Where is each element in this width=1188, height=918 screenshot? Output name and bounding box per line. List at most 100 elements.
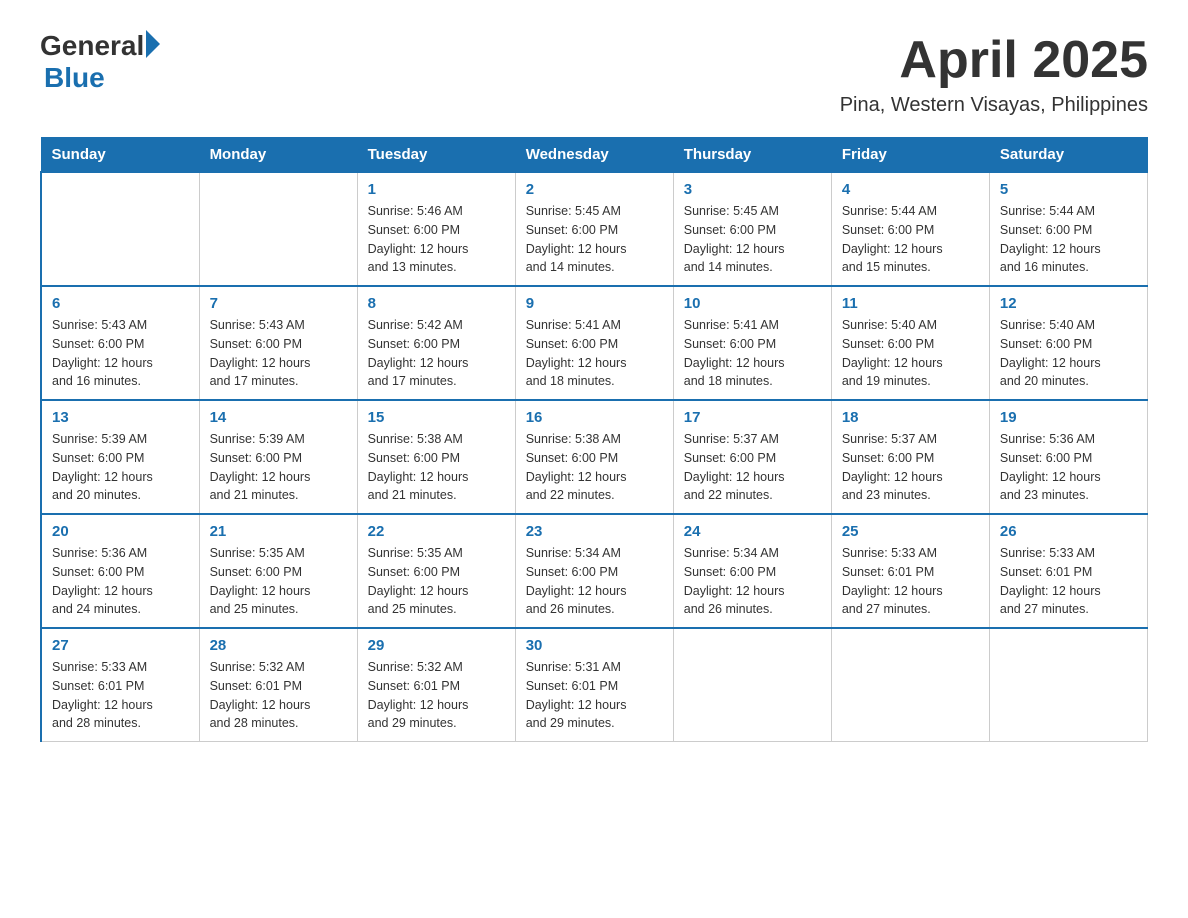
day-number: 12	[1000, 295, 1137, 312]
day-number: 5	[1000, 181, 1137, 198]
day-info: Sunrise: 5:41 AMSunset: 6:00 PMDaylight:…	[526, 316, 663, 391]
day-number: 19	[1000, 409, 1137, 426]
calendar-cell: 30 Sunrise: 5:31 AMSunset: 6:01 PMDayligh…	[515, 628, 673, 742]
calendar-cell: 23 Sunrise: 5:34 AMSunset: 6:00 PMDayligh…	[515, 514, 673, 628]
day-info: Sunrise: 5:32 AMSunset: 6:01 PMDaylight:…	[368, 658, 505, 733]
calendar-week-5: 27 Sunrise: 5:33 AMSunset: 6:01 PMDayligh…	[41, 628, 1148, 742]
calendar-cell: 15 Sunrise: 5:38 AMSunset: 6:00 PMDayligh…	[357, 400, 515, 514]
day-info: Sunrise: 5:38 AMSunset: 6:00 PMDaylight:…	[526, 430, 663, 505]
day-info: Sunrise: 5:44 AMSunset: 6:00 PMDaylight:…	[1000, 202, 1137, 277]
day-number: 3	[684, 181, 821, 198]
calendar-cell: 22 Sunrise: 5:35 AMSunset: 6:00 PMDayligh…	[357, 514, 515, 628]
calendar-body: 1Sunrise: 5:46 AMSunset: 6:00 PMDaylight…	[41, 172, 1148, 742]
day-number: 10	[684, 295, 821, 312]
day-number: 22	[368, 523, 505, 540]
calendar-week-2: 6 Sunrise: 5:43 AMSunset: 6:00 PMDaylight…	[41, 286, 1148, 400]
day-number: 23	[526, 523, 663, 540]
day-info: Sunrise: 5:45 AMSunset: 6:00 PMDaylight:…	[684, 202, 821, 277]
day-info: Sunrise: 5:39 AMSunset: 6:00 PMDaylight:…	[52, 430, 189, 505]
calendar-cell	[673, 628, 831, 742]
day-info: Sunrise: 5:43 AMSunset: 6:00 PMDaylight:…	[210, 316, 347, 391]
logo: General Blue	[40, 30, 160, 94]
calendar-cell: 9Sunrise: 5:41 AMSunset: 6:00 PMDaylight…	[515, 286, 673, 400]
calendar-cell: 26 Sunrise: 5:33 AMSunset: 6:01 PMDayligh…	[989, 514, 1147, 628]
calendar-cell: 11 Sunrise: 5:40 AMSunset: 6:00 PMDayligh…	[831, 286, 989, 400]
day-number: 18	[842, 409, 979, 426]
day-info: Sunrise: 5:37 AMSunset: 6:00 PMDaylight:…	[842, 430, 979, 505]
calendar-header-wednesday: Wednesday	[515, 138, 673, 173]
day-info: Sunrise: 5:34 AMSunset: 6:00 PMDaylight:…	[684, 544, 821, 619]
calendar-cell: 25 Sunrise: 5:33 AMSunset: 6:01 PMDayligh…	[831, 514, 989, 628]
calendar-cell: 24 Sunrise: 5:34 AMSunset: 6:00 PMDayligh…	[673, 514, 831, 628]
calendar-cell: 28 Sunrise: 5:32 AMSunset: 6:01 PMDayligh…	[199, 628, 357, 742]
calendar-week-1: 1Sunrise: 5:46 AMSunset: 6:00 PMDaylight…	[41, 172, 1148, 286]
day-info: Sunrise: 5:42 AMSunset: 6:00 PMDaylight:…	[368, 316, 505, 391]
day-number: 17	[684, 409, 821, 426]
day-number: 15	[368, 409, 505, 426]
day-info: Sunrise: 5:45 AMSunset: 6:00 PMDaylight:…	[526, 202, 663, 277]
calendar-cell: 17 Sunrise: 5:37 AMSunset: 6:00 PMDayligh…	[673, 400, 831, 514]
day-info: Sunrise: 5:36 AMSunset: 6:00 PMDaylight:…	[52, 544, 189, 619]
calendar-cell: 6 Sunrise: 5:43 AMSunset: 6:00 PMDaylight…	[41, 286, 199, 400]
calendar-cell: 16 Sunrise: 5:38 AMSunset: 6:00 PMDayligh…	[515, 400, 673, 514]
calendar-cell: 20 Sunrise: 5:36 AMSunset: 6:00 PMDayligh…	[41, 514, 199, 628]
day-info: Sunrise: 5:43 AMSunset: 6:00 PMDaylight:…	[52, 316, 189, 391]
day-info: Sunrise: 5:33 AMSunset: 6:01 PMDaylight:…	[1000, 544, 1137, 619]
day-info: Sunrise: 5:31 AMSunset: 6:01 PMDaylight:…	[526, 658, 663, 733]
calendar-cell: 3 Sunrise: 5:45 AMSunset: 6:00 PMDaylight…	[673, 172, 831, 286]
day-number: 13	[52, 409, 189, 426]
calendar-header-thursday: Thursday	[673, 138, 831, 173]
logo-general: General	[40, 30, 144, 62]
day-number: 6	[52, 295, 189, 312]
day-number: 4	[842, 181, 979, 198]
day-number: 30	[526, 637, 663, 654]
day-number: 21	[210, 523, 347, 540]
day-number: 26	[1000, 523, 1137, 540]
day-number: 14	[210, 409, 347, 426]
day-number: 7	[210, 295, 347, 312]
calendar-cell: 27 Sunrise: 5:33 AMSunset: 6:01 PMDayligh…	[41, 628, 199, 742]
day-number: 16	[526, 409, 663, 426]
day-number: 2	[526, 181, 663, 198]
calendar-cell: 14 Sunrise: 5:39 AMSunset: 6:00 PMDayligh…	[199, 400, 357, 514]
calendar-cell: 1Sunrise: 5:46 AMSunset: 6:00 PMDaylight…	[357, 172, 515, 286]
day-number: 8	[368, 295, 505, 312]
calendar-cell: 5 Sunrise: 5:44 AMSunset: 6:00 PMDaylight…	[989, 172, 1147, 286]
calendar-week-4: 20 Sunrise: 5:36 AMSunset: 6:00 PMDayligh…	[41, 514, 1148, 628]
day-info: Sunrise: 5:36 AMSunset: 6:00 PMDaylight:…	[1000, 430, 1137, 505]
calendar-header: SundayMondayTuesdayWednesdayThursdayFrid…	[41, 138, 1148, 173]
day-number: 20	[52, 523, 189, 540]
calendar-cell: 13 Sunrise: 5:39 AMSunset: 6:00 PMDayligh…	[41, 400, 199, 514]
day-info: Sunrise: 5:44 AMSunset: 6:00 PMDaylight:…	[842, 202, 979, 277]
day-info: Sunrise: 5:37 AMSunset: 6:00 PMDaylight:…	[684, 430, 821, 505]
calendar-cell: 19 Sunrise: 5:36 AMSunset: 6:00 PMDayligh…	[989, 400, 1147, 514]
day-info: Sunrise: 5:38 AMSunset: 6:00 PMDaylight:…	[368, 430, 505, 505]
day-info: Sunrise: 5:39 AMSunset: 6:00 PMDaylight:…	[210, 430, 347, 505]
day-info: Sunrise: 5:41 AMSunset: 6:00 PMDaylight:…	[684, 316, 821, 391]
day-number: 11	[842, 295, 979, 312]
calendar-header-friday: Friday	[831, 138, 989, 173]
day-number: 28	[210, 637, 347, 654]
day-number: 25	[842, 523, 979, 540]
calendar-week-3: 13 Sunrise: 5:39 AMSunset: 6:00 PMDayligh…	[41, 400, 1148, 514]
day-info: Sunrise: 5:40 AMSunset: 6:00 PMDaylight:…	[842, 316, 979, 391]
calendar-cell	[41, 172, 199, 286]
location-title: Pina, Western Visayas, Philippines	[840, 94, 1148, 117]
calendar-cell: 8 Sunrise: 5:42 AMSunset: 6:00 PMDaylight…	[357, 286, 515, 400]
calendar-cell: 18 Sunrise: 5:37 AMSunset: 6:00 PMDayligh…	[831, 400, 989, 514]
calendar-cell: 21Sunrise: 5:35 AMSunset: 6:00 PMDayligh…	[199, 514, 357, 628]
day-info: Sunrise: 5:35 AMSunset: 6:00 PMDaylight:…	[368, 544, 505, 619]
day-info: Sunrise: 5:32 AMSunset: 6:01 PMDaylight:…	[210, 658, 347, 733]
logo-triangle-icon	[146, 30, 160, 58]
calendar-cell: 29Sunrise: 5:32 AMSunset: 6:01 PMDayligh…	[357, 628, 515, 742]
calendar-cell	[989, 628, 1147, 742]
day-info: Sunrise: 5:40 AMSunset: 6:00 PMDaylight:…	[1000, 316, 1137, 391]
day-info: Sunrise: 5:34 AMSunset: 6:00 PMDaylight:…	[526, 544, 663, 619]
calendar-cell	[199, 172, 357, 286]
day-number: 24	[684, 523, 821, 540]
day-info: Sunrise: 5:33 AMSunset: 6:01 PMDaylight:…	[52, 658, 189, 733]
calendar-cell	[831, 628, 989, 742]
day-number: 27	[52, 637, 189, 654]
day-info: Sunrise: 5:33 AMSunset: 6:01 PMDaylight:…	[842, 544, 979, 619]
page-header: General Blue April 2025 Pina, Western Vi…	[40, 30, 1148, 117]
